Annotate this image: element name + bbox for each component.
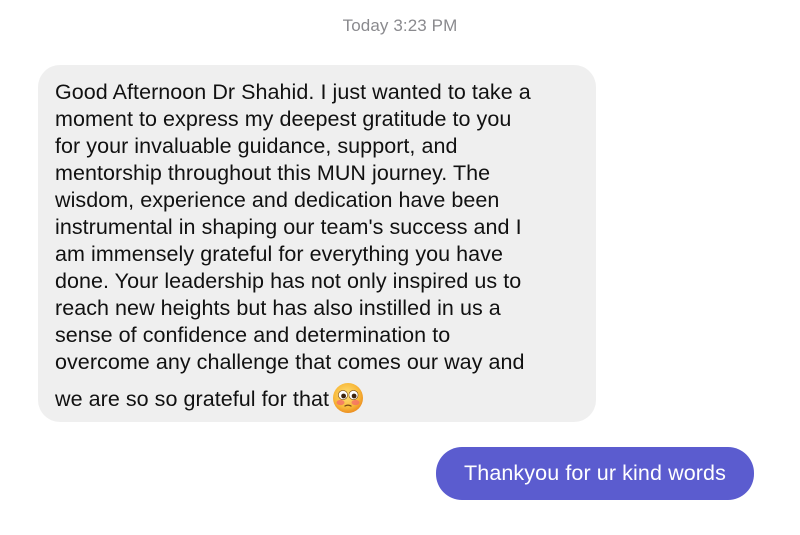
message-line: wisdom, experience and dedication have b… <box>55 188 500 212</box>
message-line: overcome any challenge that comes our wa… <box>55 350 525 374</box>
message-line: done. Your leadership has not only inspi… <box>55 269 522 293</box>
message-line: instrumental in shaping our team's succe… <box>55 215 522 239</box>
incoming-message-bubble[interactable]: Good Afternoon Dr Shahid. I just wanted … <box>38 65 596 422</box>
message-line: reach new heights but has also instilled… <box>55 296 501 320</box>
message-line: for your invaluable guidance, support, a… <box>55 134 458 158</box>
message-line: we are so so grateful for that <box>55 387 329 411</box>
message-line: am immensely grateful for everything you… <box>55 242 503 266</box>
incoming-message-text: Good Afternoon Dr Shahid. I just wanted … <box>55 79 580 414</box>
message-line: moment to express my deepest gratitude t… <box>55 107 512 131</box>
message-line: mentorship throughout this MUN journey. … <box>55 161 491 185</box>
message-timestamp: Today 3:23 PM <box>342 16 458 35</box>
message-last-line: we are so so grateful for that <box>55 382 580 414</box>
face-with-wide-eyes-emoji <box>332 382 364 414</box>
outgoing-message-bubble[interactable]: Thankyou for ur kind words <box>436 447 754 500</box>
message-line: sense of confidence and determination to <box>55 323 451 347</box>
message-line: Good Afternoon Dr Shahid. I just wanted … <box>55 80 531 104</box>
